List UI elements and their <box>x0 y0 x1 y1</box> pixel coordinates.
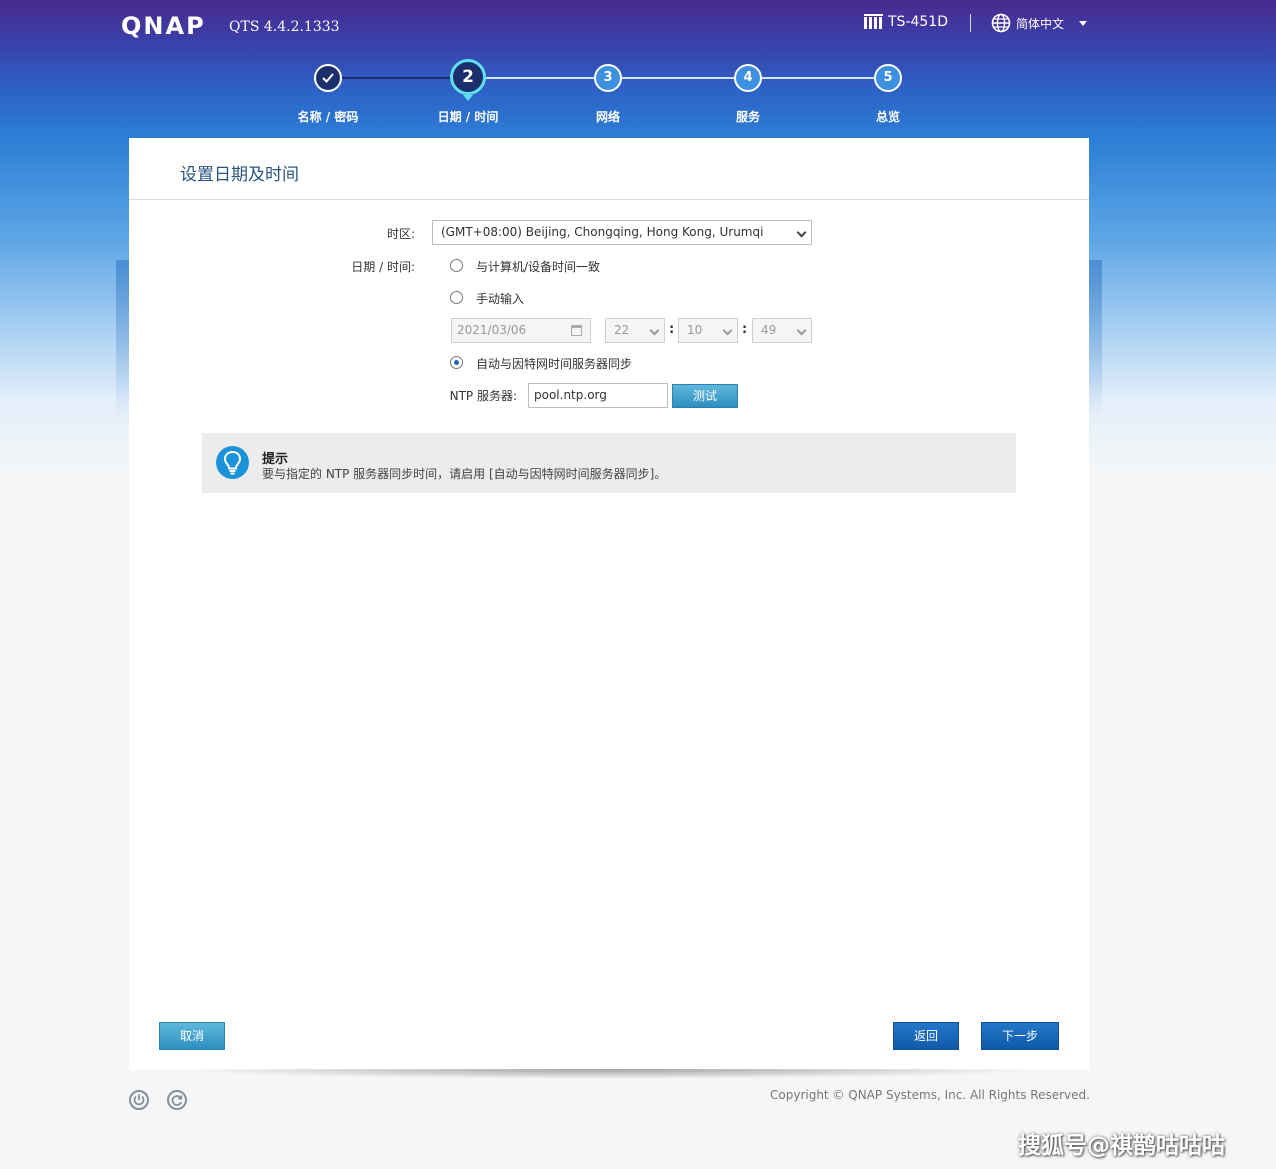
panel-shadow <box>116 260 130 420</box>
timezone-value: (GMT+08:00) Beijing, Chongqing, Hong Kon… <box>441 225 764 239</box>
step-5-circle: 5 <box>874 64 902 92</box>
step-3-circle: 3 <box>594 64 622 92</box>
nas-device-icon <box>864 14 883 30</box>
radio-ntp-sync[interactable] <box>450 356 463 369</box>
step-4-label: 服务 <box>735 110 760 124</box>
step-1-circle <box>314 64 342 92</box>
tip-text: 要与指定的 NTP 服务器同步时间，请启用 [自动与因特网时间服务器同步]。 <box>262 467 667 481</box>
step-4-circle: 4 <box>734 64 762 92</box>
radio-sync-pc-label: 与计算机/设备时间一致 <box>476 260 601 274</box>
checkmark-icon <box>322 73 334 83</box>
chevron-down-icon <box>796 227 807 238</box>
restart-icon[interactable] <box>167 1090 187 1110</box>
calendar-icon <box>571 325 582 336</box>
chevron-down-icon <box>649 325 660 336</box>
step-5-label: 总览 <box>875 110 900 124</box>
step-2-label: 日期 / 时间 <box>437 110 499 124</box>
device-model: TS-451D <box>888 14 948 30</box>
watermark: 搜狐号@祺鹊咕咕咕 <box>1018 1133 1225 1159</box>
copyright-text: Copyright © QNAP Systems, Inc. All Right… <box>770 1088 1090 1102</box>
timezone-select[interactable]: (GMT+08:00) Beijing, Chongqing, Hong Kon… <box>432 220 812 245</box>
wizard-steps: 名称 / 密码 2 日期 / 时间 3 网络 4 服务 5 总览 <box>0 59 1276 130</box>
ntp-server-input[interactable]: pool.ntp.org <box>528 383 668 408</box>
step-connector <box>468 77 888 79</box>
chevron-down-icon <box>722 325 733 336</box>
date-input[interactable]: 2021/03/06 <box>451 318 591 343</box>
ntp-server-label: NTP 服务器: <box>449 389 517 403</box>
next-button[interactable]: 下一步 <box>981 1022 1059 1050</box>
chevron-down-icon <box>796 325 807 336</box>
language-selector[interactable]: 简体中文 <box>991 13 1088 33</box>
device-info: TS-451D <box>864 14 948 30</box>
timezone-label: 时区: <box>386 227 415 241</box>
wizard-panel: 设置日期及时间 时区: (GMT+08:00) Beijing, Chongqi… <box>129 138 1089 1070</box>
second-select[interactable]: 49 <box>752 318 812 343</box>
step-2-circle: 2 <box>450 59 486 101</box>
step-1-label: 名称 / 密码 <box>297 110 359 124</box>
language-label: 简体中文 <box>1016 16 1065 31</box>
hour-value: 22 <box>614 323 630 337</box>
globe-icon <box>991 13 1011 33</box>
hour-select[interactable]: 22 <box>605 318 665 343</box>
header-divider <box>970 14 971 32</box>
panel-shadow <box>170 1069 1050 1079</box>
date-value: 2021/03/06 <box>457 323 527 337</box>
test-button[interactable]: 测试 <box>672 384 738 408</box>
radio-sync-pc[interactable] <box>450 259 463 272</box>
tip-box: 提示 要与指定的 NTP 服务器同步时间，请启用 [自动与因特网时间服务器同步]… <box>202 433 1016 493</box>
radio-ntp-sync-label: 自动与因特网时间服务器同步 <box>476 357 633 371</box>
step-3-label: 网络 <box>595 110 620 124</box>
second-value: 49 <box>761 323 777 337</box>
minute-select[interactable]: 10 <box>678 318 738 343</box>
datetime-label: 日期 / 时间: <box>351 260 415 274</box>
lightbulb-icon <box>216 446 249 479</box>
time-separator: : <box>742 322 748 337</box>
power-icon[interactable] <box>129 1090 149 1110</box>
radio-manual-label: 手动输入 <box>476 292 525 306</box>
panel-shadow <box>1088 260 1102 420</box>
top-bar: QNAP QTS 4.4.2.1333 TS-451D 简体中文 <box>0 0 1276 50</box>
qts-version: QTS 4.4.2.1333 <box>229 19 340 35</box>
cancel-button[interactable]: 取消 <box>159 1022 225 1050</box>
time-separator: : <box>669 322 675 337</box>
panel-header: 设置日期及时间 <box>129 138 1089 200</box>
radio-manual[interactable] <box>450 291 463 304</box>
qnap-logo: QNAP <box>121 12 206 40</box>
minute-value: 10 <box>687 323 703 337</box>
page-title: 设置日期及时间 <box>180 165 299 185</box>
step-connector <box>328 77 468 79</box>
chevron-down-icon <box>1079 20 1088 26</box>
back-button[interactable]: 返回 <box>893 1022 959 1050</box>
